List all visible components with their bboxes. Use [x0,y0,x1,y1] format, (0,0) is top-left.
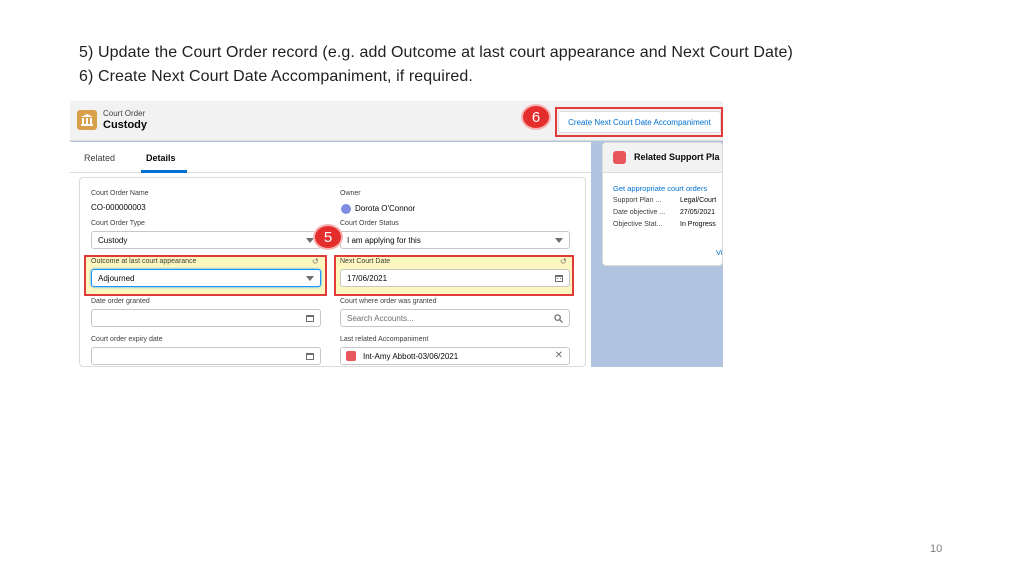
slide: 5) Update the Court Order record (e.g. a… [0,0,1024,576]
search-icon [554,314,563,323]
side-row-label: Support Plan ... [613,197,662,204]
details-card: Court Order Name CO-000000003 Owner Doro… [79,177,586,367]
date-order-granted-label: Date order granted [91,298,150,305]
court-order-name-label: Court Order Name [91,190,149,197]
clear-icon[interactable]: ✕ [555,350,563,361]
court-order-status-label: Court Order Status [340,220,399,227]
accompaniment-icon [346,351,356,361]
support-plan-icon [613,151,626,164]
court-granted-placeholder: Search Accounts... [347,313,414,323]
side-row-value: In Progress [680,221,716,228]
related-support-plan-card: Related Support Pla Get appropriate cour… [602,142,723,266]
salesforce-screenshot: Court Order Custody Create Next Court Da… [70,101,723,367]
active-tab-indicator [141,170,187,173]
court-order-name-value: CO-000000003 [91,203,146,212]
tab-related[interactable]: Related [84,153,115,163]
owner-value[interactable]: Dorota O'Connor [355,204,415,213]
support-plan-link[interactable]: Get appropriate court orders [613,184,707,193]
side-row-value: Legal/Court [680,197,717,204]
record-header: Court Order Custody Create Next Court Da… [70,101,723,141]
instruction-step-5: 5) Update the Court Order record (e.g. a… [79,44,793,61]
court-granted-search-input[interactable]: Search Accounts... [340,309,570,327]
record-name: Custody [103,119,147,131]
court-order-status-select[interactable]: I am applying for this [340,231,570,249]
court-order-type-value: Custody [98,235,128,245]
page-number: 10 [930,543,943,555]
step-6-badge: 6 [523,106,549,128]
chevron-down-icon [306,238,314,243]
main-panel: Related Details Court Order Name CO-0000… [70,142,591,367]
last-accompaniment-label: Last related Accompaniment [340,336,429,343]
court-order-type-select[interactable]: Custody [91,231,321,249]
calendar-icon[interactable] [306,352,314,360]
tab-details[interactable]: Details [146,153,176,163]
instruction-step-6: 6) Create Next Court Date Accompaniment,… [79,68,473,85]
court-order-expiry-label: Court order expiry date [91,336,163,343]
side-row-label: Date objective ... [613,209,666,216]
step-5-outcome-box [84,255,327,296]
owner-label: Owner [340,190,361,197]
side-row-value: 27/05/2021 [680,209,716,216]
calendar-icon[interactable] [306,314,314,322]
last-accompaniment-value: Int-Amy Abbott-03/06/2021 [363,351,459,361]
court-order-expiry-input[interactable] [91,347,321,365]
date-order-granted-input[interactable] [91,309,321,327]
step-5-next-date-box [334,255,574,296]
chevron-down-icon [555,238,563,243]
side-card-title[interactable]: Related Support Pla [634,152,720,162]
step-6-highlight-box [555,107,723,137]
view-all-link[interactable]: Vi [716,248,722,257]
court-building-icon [77,110,97,130]
last-accompaniment-lookup[interactable]: Int-Amy Abbott-03/06/2021 ✕ [340,347,570,365]
side-row-label: Objective Stat... [613,221,663,228]
court-order-type-label: Court Order Type [91,220,145,227]
side-card-header: Related Support Pla [603,143,722,173]
record-type-label: Court Order [103,109,146,118]
tab-bar: Related Details [70,142,591,173]
step-5-badge: 5 [315,226,341,248]
court-order-status-value: I am applying for this [347,235,421,245]
court-granted-label: Court where order was granted [340,298,437,305]
owner-avatar [341,204,351,214]
